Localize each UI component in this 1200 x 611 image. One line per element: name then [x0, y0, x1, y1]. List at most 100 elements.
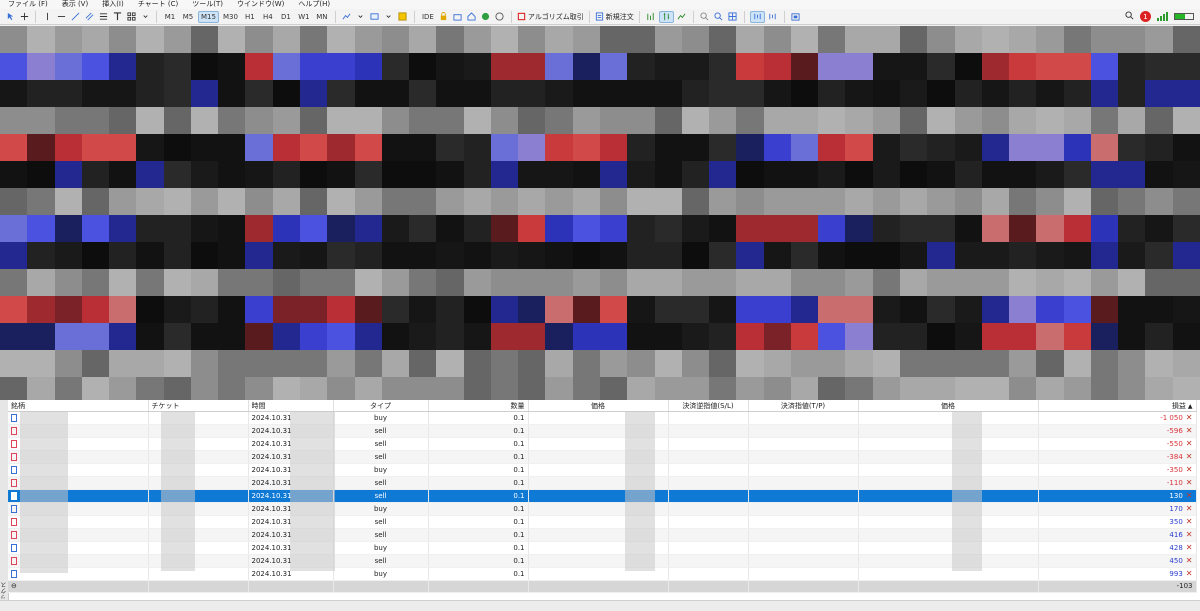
timeframe-h4[interactable]: H4	[260, 11, 276, 23]
chart-pixel	[709, 134, 737, 161]
chart-pixel	[300, 215, 328, 242]
close-position-icon[interactable]: ✕	[1186, 543, 1193, 552]
column-header[interactable]: 銘柄	[8, 400, 149, 412]
chart-pixel	[436, 323, 464, 350]
vps-icon[interactable]	[480, 11, 492, 23]
timeframe-m30[interactable]: M30	[221, 11, 240, 23]
timeframe-h1[interactable]: H1	[242, 11, 258, 23]
chart-pixel	[600, 134, 628, 161]
chevron-down-icon[interactable]	[139, 11, 151, 23]
column-header[interactable]: チケット	[148, 400, 249, 412]
menu-item[interactable]: ウインドウ(W)	[237, 0, 284, 9]
chart-pixel	[109, 269, 137, 296]
chevron-down-icon[interactable]	[355, 11, 367, 23]
cursor-icon[interactable]	[4, 11, 16, 23]
column-header[interactable]: 決済逆指値(S/L)	[668, 400, 749, 412]
current-price-cell	[858, 411, 1039, 425]
chart-pixel	[518, 53, 546, 80]
timeframe-mn[interactable]: MN	[314, 11, 330, 23]
column-header[interactable]: 価格	[528, 400, 669, 412]
chart-pixel	[436, 161, 464, 188]
chart-type-icon[interactable]	[341, 11, 353, 23]
screenshot-icon[interactable]	[790, 11, 802, 23]
autoscroll-icon[interactable]	[767, 11, 779, 23]
timeframe-m5[interactable]: M5	[180, 11, 196, 23]
signals-icon[interactable]	[452, 11, 464, 23]
toolbar-divider	[638, 10, 640, 23]
close-position-icon[interactable]: ✕	[1186, 439, 1193, 448]
chart-pixel	[654, 161, 682, 188]
menu-item[interactable]: 表示 (V)	[62, 0, 88, 9]
close-position-icon[interactable]: ✕	[1186, 569, 1193, 578]
column-header[interactable]: 損益 ▲	[1038, 400, 1197, 412]
column-header[interactable]: タイプ	[333, 400, 429, 412]
chart-pixel	[1118, 188, 1146, 215]
menu-item[interactable]: 挿入(I)	[102, 0, 124, 9]
depth-of-market-icon[interactable]	[645, 11, 657, 23]
bar-chart-icon[interactable]	[658, 10, 674, 23]
chart-pixel	[81, 350, 110, 377]
column-header[interactable]: 時間	[248, 400, 334, 412]
column-header[interactable]: 数量	[428, 400, 529, 412]
close-position-icon[interactable]: ✕	[1186, 413, 1193, 422]
zoom-out-icon[interactable]	[713, 11, 725, 23]
chart-pixel	[545, 215, 573, 242]
lock-icon[interactable]	[438, 11, 450, 23]
menu-item[interactable]: ヘルプ(H)	[298, 0, 330, 9]
fibonacci-icon[interactable]	[97, 11, 109, 23]
timeframe-w1[interactable]: W1	[296, 11, 312, 23]
close-position-icon[interactable]: ✕	[1186, 426, 1193, 435]
chart-pixel	[27, 215, 55, 242]
line-chart-icon[interactable]	[676, 11, 688, 23]
equidistant-channel-icon[interactable]	[83, 11, 95, 23]
menu-item[interactable]: チャート (C)	[138, 0, 179, 9]
trend-line-icon[interactable]	[69, 11, 81, 23]
menu-item[interactable]: ファイル (F)	[8, 0, 48, 9]
tile-windows-icon[interactable]	[727, 11, 739, 23]
close-position-icon[interactable]: ✕	[1186, 452, 1193, 461]
timeframe-m1[interactable]: M1	[162, 11, 178, 23]
close-position-icon[interactable]: ✕	[1186, 491, 1193, 500]
algo-trading-button[interactable]: アルゴリズム取引	[517, 11, 584, 23]
close-position-icon[interactable]: ✕	[1186, 530, 1193, 539]
close-position-icon[interactable]: ✕	[1186, 478, 1193, 487]
chevron-down-icon[interactable]	[383, 11, 395, 23]
timeframe-m15[interactable]: M15	[198, 10, 219, 23]
column-header[interactable]: 決済指値(T/P)	[748, 400, 859, 412]
template-icon[interactable]	[369, 11, 381, 23]
toolbox-tabs-bar[interactable]	[0, 600, 1200, 611]
chart-pixel	[354, 296, 382, 323]
chart-pixel	[1063, 26, 1091, 53]
close-position-icon[interactable]: ✕	[1186, 556, 1193, 565]
timeframe-d1[interactable]: D1	[278, 11, 294, 23]
chart-pixel	[518, 350, 546, 377]
chart-pixel	[654, 377, 682, 400]
chart-pixel	[900, 350, 928, 377]
home-icon[interactable]	[466, 11, 478, 23]
chart-pixel	[845, 323, 873, 350]
chart-pixel	[900, 80, 928, 107]
volume-cell: 0.1	[428, 424, 529, 438]
horizontal-line-icon[interactable]	[55, 11, 67, 23]
chart-pixel	[872, 296, 900, 323]
shapes-icon[interactable]	[125, 11, 137, 23]
close-position-icon[interactable]: ✕	[1186, 517, 1193, 526]
new-order-button[interactable]: 新規注文	[595, 11, 634, 23]
vertical-line-icon[interactable]	[41, 11, 53, 23]
community-icon[interactable]	[494, 11, 506, 23]
column-header[interactable]: 価格	[858, 400, 1039, 412]
script-icon[interactable]	[397, 11, 409, 23]
notification-badge[interactable]: 1	[1140, 11, 1151, 22]
close-position-icon[interactable]: ✕	[1186, 465, 1193, 474]
crosshair-icon[interactable]	[18, 11, 30, 23]
chart-pixel	[763, 53, 791, 80]
zoom-in-icon[interactable]	[699, 11, 711, 23]
text-tool-icon[interactable]	[111, 11, 123, 23]
menu-item[interactable]: ツール(T)	[192, 0, 223, 9]
search-icon[interactable]	[1125, 11, 1134, 22]
chart-area[interactable]	[0, 26, 1200, 400]
chart-pixel	[1172, 323, 1200, 350]
chart-shift-icon[interactable]	[749, 10, 765, 23]
close-position-icon[interactable]: ✕	[1186, 504, 1193, 513]
ide-button[interactable]: IDE	[420, 11, 436, 23]
